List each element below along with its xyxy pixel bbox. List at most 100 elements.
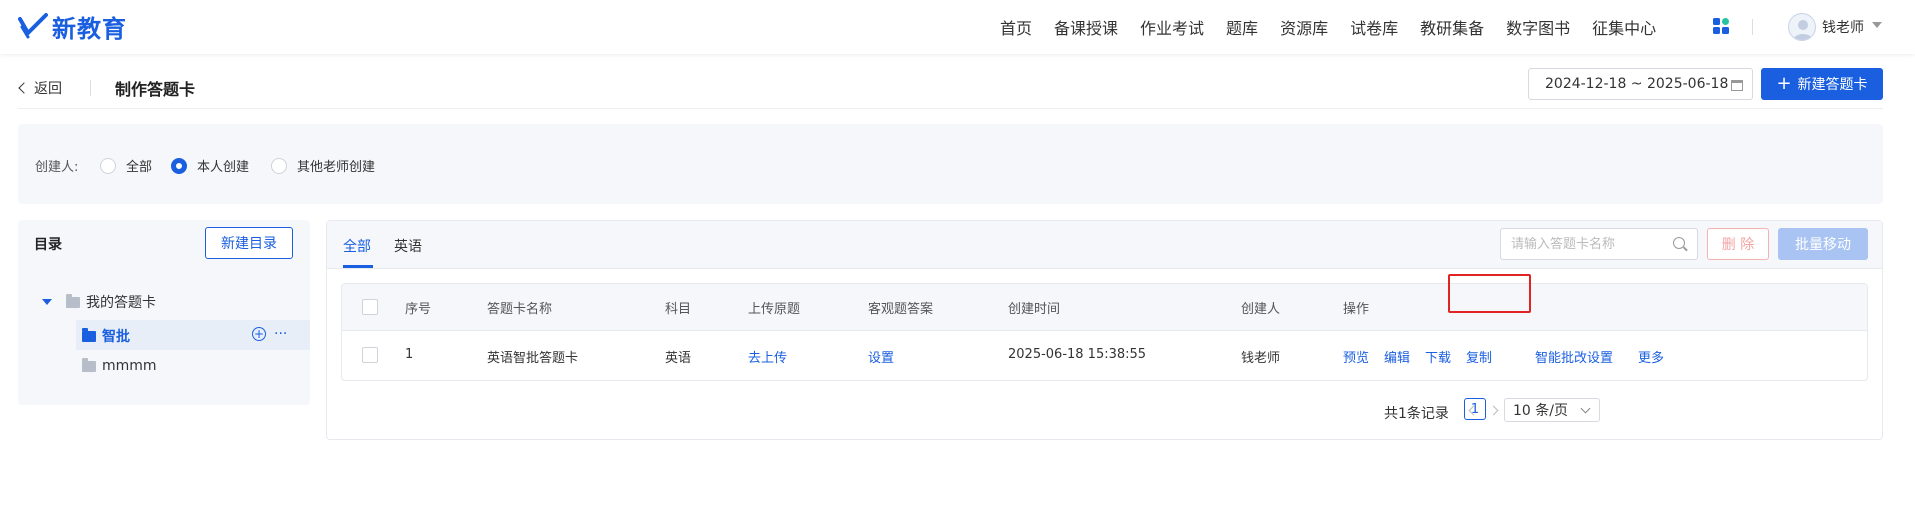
highlight-annotation: [1448, 274, 1531, 313]
nav-lesson-prep[interactable]: 备课授课: [1054, 15, 1118, 39]
logo[interactable]: 新教育: [18, 10, 127, 43]
answer-card-table: 序号 答题卡名称 科目 上传原题 客观题答案 创建时间 创建人 操作 1 英语智…: [341, 283, 1868, 381]
page-size-select[interactable]: 10 条/页: [1504, 398, 1600, 422]
radio-mine[interactable]: 本人创建: [171, 156, 249, 175]
nav-teaching-research[interactable]: 教研集备: [1420, 15, 1484, 39]
active-tab-indicator: [343, 265, 373, 268]
select-all-checkbox[interactable]: [362, 299, 378, 315]
search-input[interactable]: [1500, 228, 1698, 260]
col-creator: 创建人: [1241, 302, 1281, 317]
calendar-icon: [1731, 80, 1743, 91]
batch-move-button[interactable]: 批量移动: [1778, 228, 1868, 260]
subheader-line: [18, 108, 1883, 109]
row-card-name: 英语智批答题卡: [487, 351, 579, 366]
folder-icon: [82, 327, 96, 342]
page-number-current[interactable]: 1: [1464, 398, 1486, 420]
nav-home[interactable]: 首页: [1000, 15, 1032, 39]
back-button[interactable]: 返回: [18, 78, 62, 98]
subject-tabs: 全部 英语 删 除 批量移动: [327, 221, 1882, 269]
set-answer-link[interactable]: 设置: [868, 347, 894, 366]
radio-all-label: 全部: [126, 160, 153, 175]
radio-checked-icon: [171, 157, 187, 174]
total-records: 共1条记录: [1384, 406, 1449, 422]
col-index: 序号: [405, 302, 432, 317]
tree-item-mmmm[interactable]: mmmm: [82, 357, 157, 374]
answer-card-list-panel: 全部 英语 删 除 批量移动 序号 答题卡名称 科目 上传原题 客观题答案 创建…: [326, 220, 1883, 440]
pagination-total: 共1条记录: [1384, 403, 1449, 423]
page-size-value: 10 条/页: [1513, 403, 1568, 419]
nav-paper-library[interactable]: 试卷库: [1350, 15, 1398, 39]
preview-link[interactable]: 预览: [1343, 347, 1369, 366]
tab-english[interactable]: 英语: [394, 236, 422, 256]
radio-other-teachers-label: 其他老师创建: [297, 160, 376, 175]
radio-unchecked-icon: [100, 157, 116, 174]
col-actions: 操作: [1343, 302, 1370, 317]
logo-text: 新教育: [52, 14, 127, 43]
caret-down-icon[interactable]: [1872, 22, 1882, 28]
logo-icon: [18, 13, 48, 39]
col-card-name: 答题卡名称: [487, 302, 553, 317]
page-title: 制作答题卡: [115, 80, 196, 99]
copy-link[interactable]: 复制: [1466, 347, 1492, 366]
plus-icon: +: [1776, 73, 1792, 94]
top-navbar: 新教育 首页 备课授课 作业考试 题库 资源库 试卷库 教研集备 数字图书 征集…: [0, 0, 1915, 54]
smart-grading-settings-link[interactable]: 智能批改设置: [1535, 347, 1613, 366]
tab-all[interactable]: 全部: [343, 236, 371, 256]
nav-divider: [1752, 19, 1753, 35]
nav-resource-library[interactable]: 资源库: [1280, 15, 1328, 39]
col-upload: 上传原题: [748, 302, 801, 317]
col-objective-answer: 客观题答案: [868, 302, 934, 317]
radio-other-teachers[interactable]: 其他老师创建: [271, 156, 375, 175]
row-subject: 英语: [665, 351, 692, 366]
creator-filter-bar: 创建人: 全部 本人创建 其他老师创建: [18, 124, 1883, 204]
row-created-time: 2025-06-18 15:38:55: [1008, 347, 1147, 362]
apps-grid-icon[interactable]: [1712, 17, 1730, 35]
folder-icon: [66, 293, 80, 308]
new-answer-card-button[interactable]: + 新建答题卡: [1761, 68, 1883, 100]
tree-item-zhipi[interactable]: 智批: [82, 326, 130, 346]
next-page-icon[interactable]: [1488, 405, 1499, 416]
radio-unchecked-icon: [271, 157, 287, 174]
folder-icon: [82, 357, 96, 372]
tree-item-label: 我的答题卡: [86, 295, 156, 311]
back-label: 返回: [34, 81, 62, 97]
more-options-icon[interactable]: ···: [274, 326, 287, 342]
nav-digital-books[interactable]: 数字图书: [1506, 15, 1570, 39]
delete-button[interactable]: 删 除: [1707, 228, 1769, 260]
chevron-left-icon: [18, 82, 30, 94]
radio-mine-label: 本人创建: [197, 160, 250, 175]
col-subject: 科目: [665, 302, 692, 317]
upload-link[interactable]: 去上传: [748, 347, 787, 366]
subheader-divider: [90, 80, 91, 96]
tree-item-my-cards[interactable]: 我的答题卡: [42, 292, 156, 312]
directory-title: 目录: [34, 237, 62, 253]
radio-all[interactable]: 全部: [100, 156, 152, 175]
row-index: 1: [405, 347, 414, 362]
add-subfolder-icon[interactable]: +: [252, 327, 266, 341]
tree-item-label: mmmm: [102, 358, 157, 374]
main-nav: 首页 备课授课 作业考试 题库 资源库 试卷库 教研集备 数字图书 征集中心: [1000, 0, 1678, 54]
row-checkbox[interactable]: [362, 347, 378, 363]
download-link[interactable]: 下载: [1425, 347, 1451, 366]
user-avatar-icon: [1793, 20, 1813, 40]
date-range-picker[interactable]: 2024-12-18 ~ 2025-06-18: [1528, 68, 1753, 100]
chevron-down-icon: [1580, 403, 1591, 414]
nav-homework-exam[interactable]: 作业考试: [1140, 15, 1204, 39]
caret-down-icon[interactable]: [42, 299, 52, 305]
more-link[interactable]: 更多: [1638, 347, 1664, 366]
row-creator: 钱老师: [1241, 351, 1281, 366]
tree-item-actions: + ···: [252, 326, 287, 342]
new-directory-button[interactable]: 新建目录: [205, 227, 293, 259]
search-icon[interactable]: [1673, 237, 1685, 249]
creator-filter-label: 创建人:: [35, 160, 79, 175]
nav-collection-center[interactable]: 征集中心: [1592, 15, 1656, 39]
user-name[interactable]: 钱老师: [1822, 17, 1864, 37]
tree-item-label: 智批: [102, 329, 130, 345]
date-range-value: 2024-12-18 ~ 2025-06-18: [1545, 76, 1729, 92]
col-created-time: 创建时间: [1008, 302, 1061, 317]
new-answer-card-label: 新建答题卡: [1797, 77, 1868, 93]
nav-question-bank[interactable]: 题库: [1226, 15, 1258, 39]
avatar[interactable]: [1788, 13, 1816, 41]
table-header: [342, 284, 1867, 331]
edit-link[interactable]: 编辑: [1384, 347, 1410, 366]
